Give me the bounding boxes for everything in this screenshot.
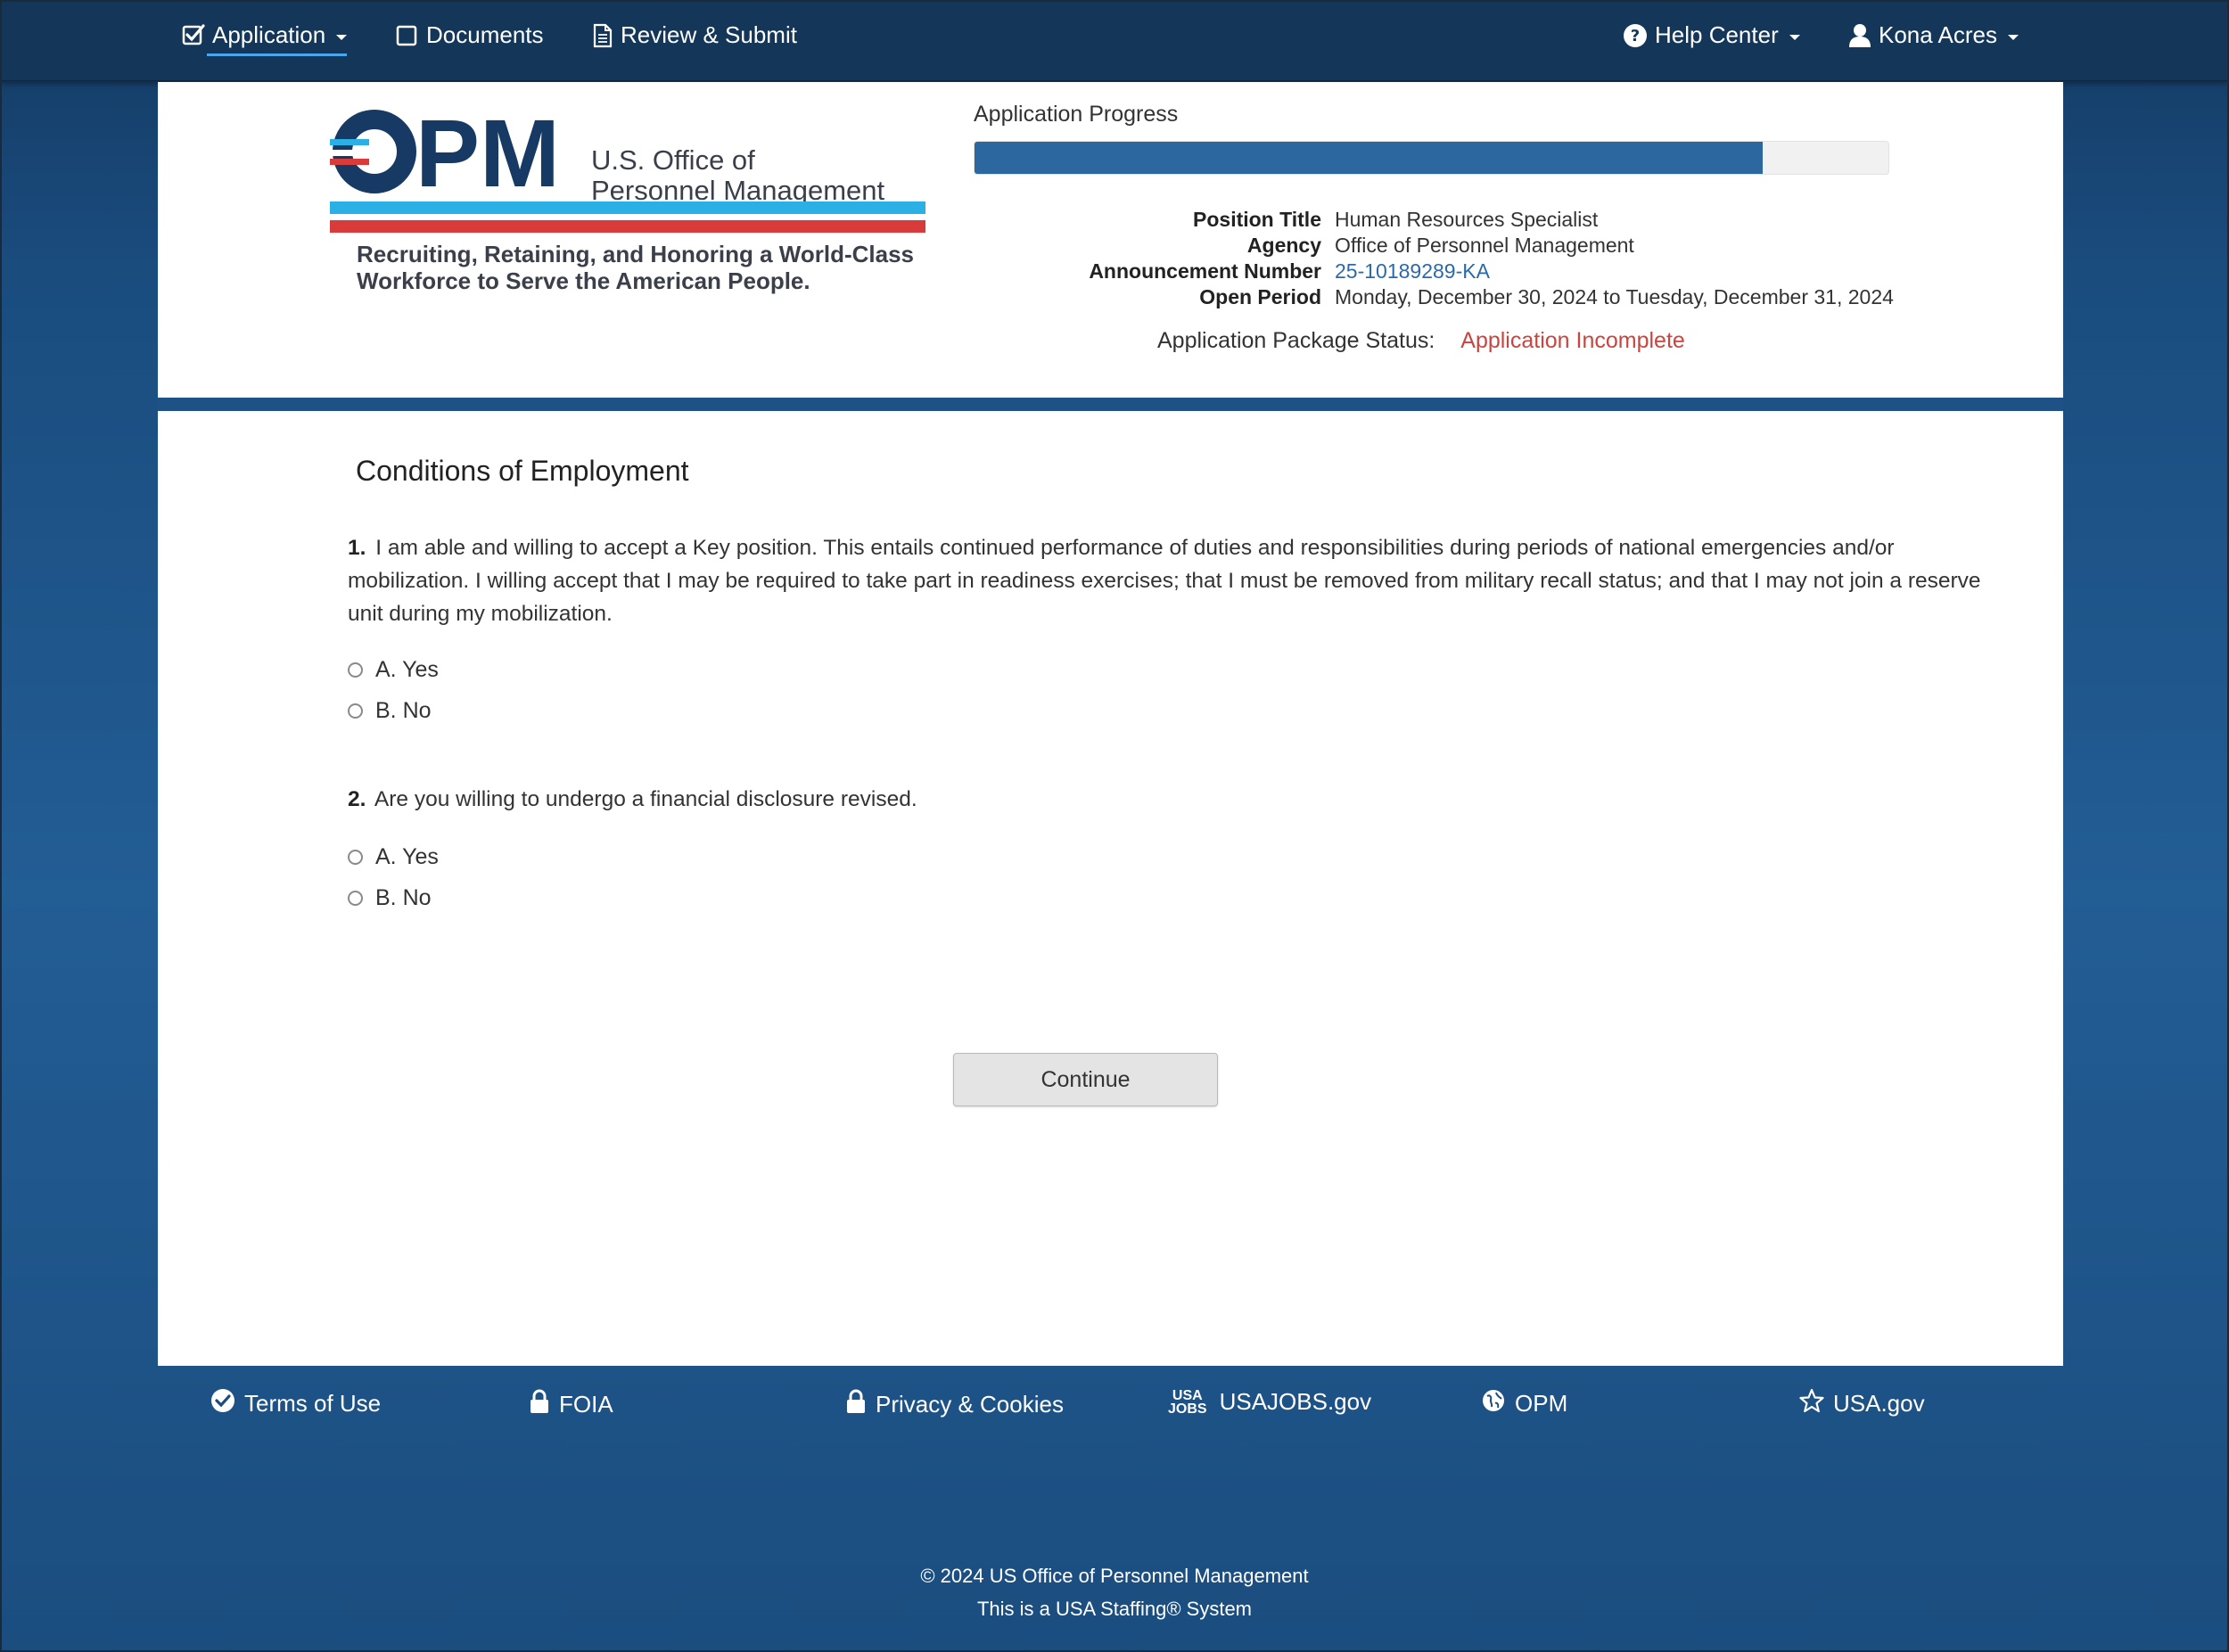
question-2: 2. Are you willing to undergo a financia…	[348, 783, 1988, 816]
active-tab-indicator	[207, 53, 347, 56]
lock-icon	[845, 1388, 867, 1421]
page-title: Conditions of Employment	[356, 455, 689, 487]
agency-label: Agency	[1246, 234, 1321, 257]
announcement-label: Announcement Number	[1089, 259, 1321, 283]
question-1-number: 1.	[348, 536, 366, 560]
continue-button[interactable]: Continue	[953, 1053, 1218, 1106]
nav-user-menu[interactable]: Kona Acres	[1848, 21, 2019, 49]
application-status: Application Package Status: Application …	[1157, 328, 1685, 354]
footer-link-privacy-label: Privacy & Cookies	[876, 1391, 1064, 1418]
radio-button[interactable]	[348, 703, 363, 719]
chevron-down-icon	[336, 34, 348, 40]
footer-link-opm-label: OPM	[1515, 1390, 1568, 1417]
progress-fill	[975, 142, 1763, 174]
option-label: A. Yes	[375, 844, 439, 869]
nav-review-submit-label: Review & Submit	[621, 21, 797, 48]
footer-link-usajobs-label: USAJOBS.gov	[1219, 1388, 1372, 1415]
radio-button[interactable]	[348, 891, 363, 906]
footer-link-usagov[interactable]: USA.gov	[1799, 1388, 1925, 1419]
question-2-text: Are you willing to undergo a financial d…	[374, 787, 917, 811]
footer-link-foia-label: FOIA	[559, 1391, 613, 1418]
application-header: PM U.S. Office of Personnel Management R…	[158, 82, 2063, 398]
footer-link-usajobs[interactable]: USA JOBS USAJOBS.gov	[1168, 1388, 1371, 1416]
progress-label: Application Progress	[974, 102, 1179, 127]
star-icon	[1799, 1388, 1824, 1419]
checkbox-checked-icon	[182, 23, 205, 47]
svg-text:?: ?	[1631, 27, 1640, 45]
question-1-text: I am able and willing to accept a Key po…	[348, 536, 1981, 626]
question-1-option-yes[interactable]: A. Yes	[348, 657, 439, 683]
question-1-option-no[interactable]: B. No	[348, 698, 432, 724]
option-label: B. No	[375, 885, 432, 910]
progress-bar	[974, 141, 1889, 175]
footer-link-foia[interactable]: FOIA	[529, 1388, 613, 1421]
footer-link-terms-label: Terms of Use	[244, 1390, 382, 1417]
question-2-option-yes[interactable]: A. Yes	[348, 844, 439, 870]
usajobs-logo-icon: USA JOBS	[1168, 1387, 1207, 1417]
chevron-down-icon	[1789, 34, 1800, 40]
footer-link-terms[interactable]: Terms of Use	[210, 1388, 381, 1419]
header-divider-bar	[158, 398, 2063, 411]
option-label: A. Yes	[375, 657, 439, 682]
nav-review-submit[interactable]: Review & Submit	[592, 21, 797, 49]
checkbox-empty-icon	[396, 24, 419, 47]
nav-application[interactable]: Application	[182, 21, 348, 49]
logo-stripe-red	[330, 220, 925, 233]
agency-value: Office of Personnel Management	[1335, 234, 1634, 257]
agency-row: Agency Office of Personnel Management	[974, 232, 1954, 259]
document-icon	[592, 23, 613, 48]
radio-button[interactable]	[348, 850, 363, 865]
logo-tagline: Recruiting, Retaining, and Honoring a Wo…	[357, 241, 915, 294]
question-2-option-no[interactable]: B. No	[348, 885, 432, 911]
opm-logo-mark: PM	[330, 107, 560, 196]
footer-copyright: © 2024 US Office of Personnel Management	[920, 1565, 1309, 1587]
top-navbar: Application Documents Review & Submit ?	[0, 0, 2229, 81]
option-label: B. No	[375, 698, 432, 723]
position-title-value: Human Resources Specialist	[1335, 208, 1599, 231]
position-title-row: Position Title Human Resources Specialis…	[974, 206, 1954, 233]
chevron-down-icon	[2007, 34, 2019, 40]
logo-stripe-blue	[330, 201, 925, 214]
status-value: Application Incomplete	[1460, 328, 1685, 353]
position-title-label: Position Title	[1193, 208, 1321, 231]
lock-icon	[529, 1388, 550, 1421]
nav-documents[interactable]: Documents	[396, 21, 544, 49]
svg-text:PM: PM	[415, 107, 560, 196]
usajobs-mark-top: USA	[1172, 1387, 1203, 1403]
nav-application-label: Application	[212, 21, 326, 48]
footer-link-opm[interactable]: OPM	[1481, 1388, 1567, 1419]
footer-system-note: This is a USA Staffing® System	[976, 1598, 1253, 1620]
logo-org-name: U.S. Office of Personnel Management	[591, 145, 884, 206]
announcement-row: Announcement Number 25-10189289-KA	[974, 258, 1954, 284]
globe-icon	[1481, 1388, 1506, 1419]
question-1: 1. I am able and willing to accept a Key…	[348, 531, 1988, 630]
open-period-value: Monday, December 30, 2024 to Tuesday, De…	[1335, 285, 1894, 308]
nav-documents-label: Documents	[426, 21, 544, 48]
open-period-row: Open Period Monday, December 30, 2024 to…	[974, 284, 1954, 310]
nav-help-center-label: Help Center	[1655, 21, 1779, 48]
user-name: Kona Acres	[1879, 21, 1997, 48]
question-circle-icon: ?	[1623, 23, 1648, 48]
open-period-label: Open Period	[1199, 285, 1321, 308]
status-label: Application Package Status:	[1157, 328, 1435, 353]
radio-button[interactable]	[348, 662, 363, 678]
user-icon	[1848, 23, 1871, 48]
logo-org-line1: U.S. Office of	[591, 144, 755, 176]
conditions-form: Conditions of Employment 1. I am able an…	[158, 411, 2063, 1366]
check-circle-icon	[210, 1388, 235, 1419]
footer-link-privacy[interactable]: Privacy & Cookies	[845, 1388, 1064, 1421]
question-2-number: 2.	[348, 787, 366, 811]
announcement-number-link[interactable]: 25-10189289-KA	[1335, 258, 1490, 284]
usajobs-mark-bottom: JOBS	[1168, 1401, 1207, 1417]
nav-help-center[interactable]: ? Help Center	[1623, 21, 1800, 49]
footer-link-usagov-label: USA.gov	[1833, 1390, 1925, 1417]
